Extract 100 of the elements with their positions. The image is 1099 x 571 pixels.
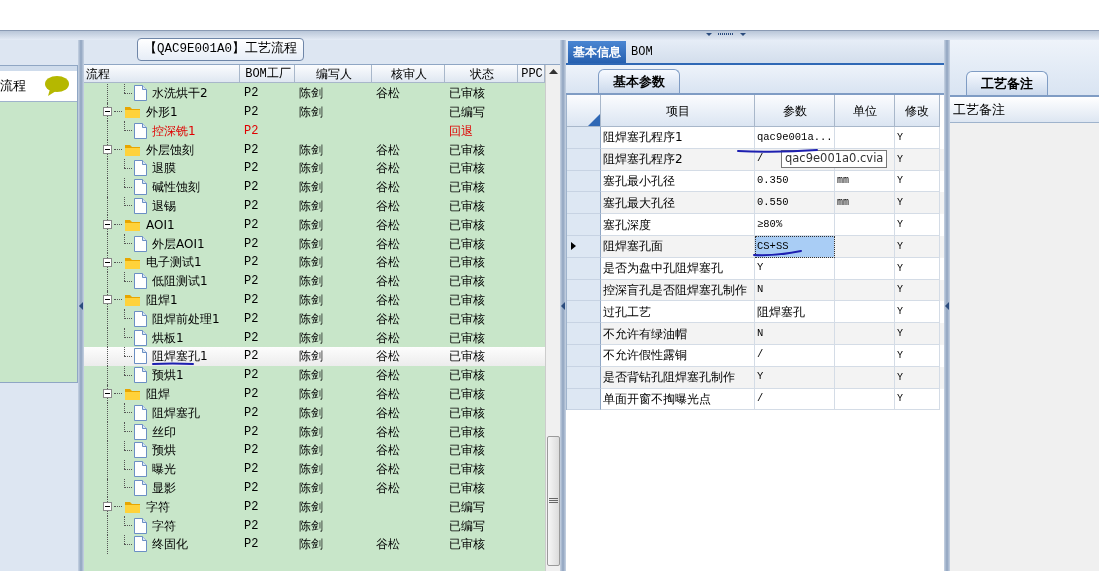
table-row[interactable]: 阻焊塞孔程序1 qac9e001a... Y [567,127,944,149]
table-cell-text: P2 [244,104,259,121]
table-row[interactable]: 阻焊塞孔面 CS+SS Y [567,236,944,258]
table-row[interactable]: 预烘 P2 陈剑 谷松 已审核 [84,440,545,460]
table-row[interactable]: 电子测试1 P2 陈剑 谷松 已审核 [84,252,545,272]
tree-item[interactable]: 阻焊塞孔1 [152,347,208,366]
tree-item[interactable]: 低阻测试1 [152,272,208,291]
table-cell: 不允许有绿油帽 [601,323,755,345]
table-row[interactable]: 控深盲孔是否阻焊塞孔制作 N Y [567,279,944,302]
table-row[interactable]: AOI1 P2 陈剑 谷松 已审核 [84,215,545,235]
tree-item[interactable]: AOI1 [146,215,175,234]
tree-item[interactable]: 退锡 [152,196,176,215]
table-cell-text: mm [837,196,849,211]
table-row[interactable]: 塞孔最大孔径 0.550 mm Y [567,192,944,215]
table-row[interactable]: 丝印 P2 陈剑 谷松 已审核 [84,422,545,441]
collapse-icon[interactable] [103,295,112,305]
collapse-icon[interactable] [103,389,112,399]
collapse-icon[interactable] [103,107,112,117]
collapse-arrow-icon[interactable] [79,301,83,310]
table-cell-text: P2 [244,273,259,291]
table-cell[interactable]: qac9e001a... [755,127,835,149]
collapse-icon[interactable] [103,145,112,155]
table-cell[interactable]: ≥80% [755,214,835,236]
tree-item[interactable]: 字符 [152,516,176,535]
table-row[interactable]: 曝光 P2 陈剑 谷松 已审核 [84,459,545,479]
table-cell[interactable]: N [755,323,835,345]
splitter-grip-icon[interactable] [706,32,746,38]
row-header[interactable] [567,236,601,258]
tree-item[interactable]: 预烘 [152,441,176,460]
tree-item[interactable]: 丝印 [152,422,176,441]
speech-bubble-icon [45,76,69,96]
table-row[interactable]: 低阻测试1 P2 陈剑 谷松 已审核 [84,271,545,291]
tree-item[interactable]: 退膜 [152,159,176,178]
table-cell[interactable]: / [755,344,835,367]
tree-item[interactable]: 碱性蚀刻 [152,178,200,197]
tree-item[interactable]: 阻焊塞孔 [152,403,200,422]
table-row[interactable]: 阻焊1 P2 陈剑 谷松 已审核 [84,290,545,310]
table-cell-text: 谷松 [376,479,400,497]
table-cell[interactable]: / [755,388,835,411]
table-row[interactable]: 阻焊塞孔 P2 陈剑 谷松 已审核 [84,403,545,423]
collapse-arrow-icon[interactable] [945,301,949,310]
collapse-icon[interactable] [103,257,112,267]
tree-item[interactable]: 阻焊 [146,384,170,403]
table-row[interactable]: 塞孔深度 ≥80% Y [567,214,944,236]
tree-item[interactable]: 阻焊前处理1 [152,309,220,328]
table-row[interactable]: 外层AOI1 P2 陈剑 谷松 已审核 [84,234,545,253]
table-cell[interactable]: 0.550 [755,192,835,215]
tab[interactable]: BOM [626,41,658,63]
table-row[interactable]: 外形1 P2 陈剑 已编写 [84,102,545,122]
table-row[interactable]: 是否为盘中孔阻焊塞孔 Y Y [567,257,944,280]
pen-underline [753,250,803,258]
scrollbar-thumb[interactable] [546,436,560,566]
table-row[interactable]: 水洗烘干2 P2 陈剑 谷松 已审核 [84,83,545,103]
table-cell-text: P2 [244,216,259,234]
table-cell: 是否为盘中孔阻焊塞孔 [601,257,755,280]
table-row[interactable]: 退锡 P2 陈剑 谷松 已审核 [84,196,545,216]
collapse-icon[interactable] [103,220,112,230]
tree-item[interactable]: 控深铣1 [152,121,196,140]
tree-item[interactable]: 外层AOI1 [152,234,205,253]
tree-item[interactable]: 终固化 [152,535,188,554]
table-cell-text: 陈剑 [299,461,323,479]
table-cell[interactable]: N [755,279,835,302]
table-row[interactable]: 阻焊前处理1 P2 陈剑 谷松 已审核 [84,309,545,329]
tree-item[interactable]: 外形1 [146,103,178,121]
table-row[interactable]: 外层蚀刻 P2 陈剑 谷松 已审核 [84,140,545,159]
table-row[interactable]: 显影 P2 陈剑 谷松 已审核 [84,478,545,498]
document-icon [134,404,147,421]
tab[interactable]: 工艺备注 [966,70,1048,95]
table-row[interactable]: 是否背钻孔阻焊塞孔制作 Y Y [567,366,944,389]
tree-item[interactable]: 阻焊1 [146,290,178,309]
table-row[interactable]: 阻焊 P2 陈剑 谷松 已审核 [84,384,545,404]
table-row[interactable]: 阻焊塞孔1 P2 陈剑 谷松 已审核 [84,346,545,366]
table-row[interactable]: 退膜 P2 陈剑 谷松 已审核 [84,159,545,178]
tree-item[interactable]: 外层蚀刻 [146,140,194,159]
collapse-icon[interactable] [103,502,112,512]
tree-item[interactable]: 水洗烘干2 [152,84,208,103]
table-row[interactable]: 控深铣1 P2 回退 [84,121,545,141]
table-row[interactable]: 终固化 P2 陈剑 谷松 已审核 [84,534,545,554]
tree-item[interactable]: 预烘1 [152,366,184,385]
tree-item[interactable]: 烘板1 [152,328,184,347]
tree-item[interactable]: 曝光 [152,460,176,479]
tree-item[interactable]: 电子测试1 [146,253,202,272]
table-cell-text: 陈剑 [299,310,323,328]
table-row[interactable]: 碱性蚀刻 P2 陈剑 谷松 已审核 [84,177,545,197]
tab[interactable]: 基本信息 [568,41,626,63]
tree-item[interactable]: 显影 [152,478,176,497]
table-row[interactable]: 预烘1 P2 陈剑 谷松 已审核 [84,365,545,385]
tree-item[interactable]: 字符 [146,497,170,516]
table-row[interactable]: 不允许有绿油帽 N Y [567,323,944,345]
table-row[interactable]: 单面开窗不掏曝光点 / Y [567,388,944,411]
table-cell-text: 已审核 [449,160,485,178]
column-header: 单位 [835,95,895,127]
tab[interactable]: 基本参数 [598,68,680,93]
table-row[interactable]: 烘板1 P2 陈剑 谷松 已审核 [84,328,545,347]
collapse-arrow-icon[interactable] [561,301,565,310]
table-row[interactable]: 不允许假性露铜 / Y [567,344,944,367]
table-cell[interactable]: Y [755,366,835,389]
table-row[interactable]: 字符 P2 陈剑 已编写 [84,516,545,535]
table-row[interactable]: 字符 P2 陈剑 已编写 [84,497,545,517]
table-cell[interactable]: Y [755,257,835,280]
